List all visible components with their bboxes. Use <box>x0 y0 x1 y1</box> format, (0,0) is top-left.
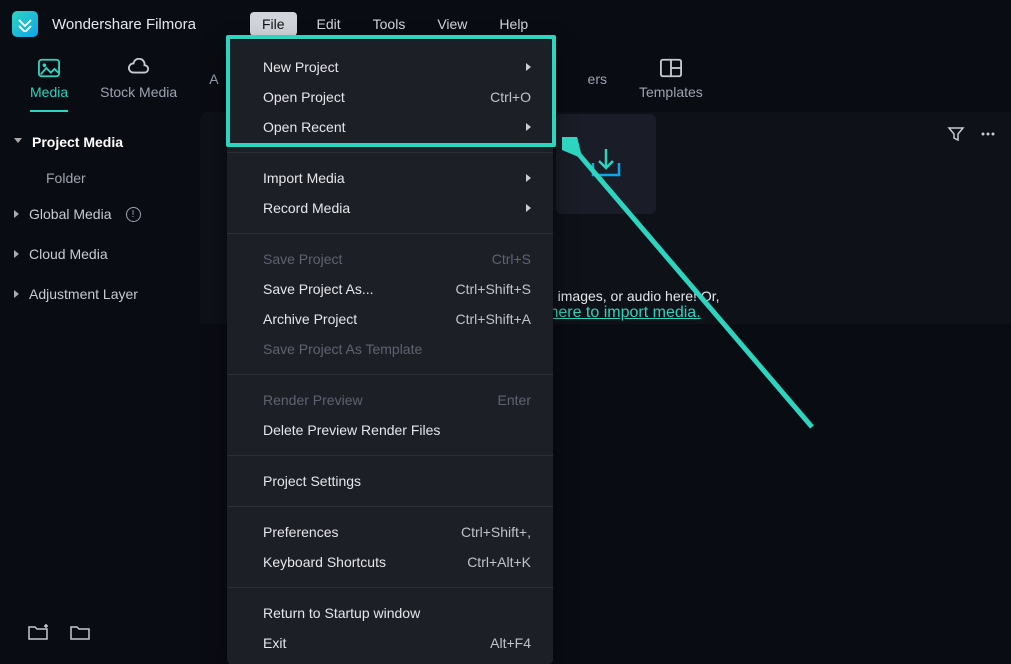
sidebar-folder-label: Folder <box>46 170 86 186</box>
sidebar-project-media[interactable]: Project Media <box>0 122 200 162</box>
shortcut-text: Enter <box>498 392 531 408</box>
menu-view[interactable]: View <box>425 12 479 36</box>
chevron-right-icon <box>14 290 19 298</box>
sidebar: Project Media Folder Global Media ! Clou… <box>0 112 200 324</box>
menu-exit[interactable]: Exit Alt+F4 <box>227 628 553 658</box>
chevron-right-icon <box>14 210 19 218</box>
menu-save-label: Save Project <box>263 251 342 267</box>
menu-shortcuts-label: Keyboard Shortcuts <box>263 554 386 570</box>
new-folder-plus-icon[interactable] <box>28 623 48 646</box>
shortcut-text: Ctrl+Shift+A <box>456 311 531 327</box>
menu-delete-render[interactable]: Delete Preview Render Files <box>227 415 553 445</box>
file-dropdown: New Project Open Project Ctrl+O Open Rec… <box>227 40 553 664</box>
sidebar-global-label: Global Media <box>29 206 112 222</box>
tab-stock-label: Stock Media <box>100 84 177 100</box>
menu-pref-label: Preferences <box>263 524 338 540</box>
tab-partial-label: A <box>209 71 218 87</box>
menu-render-preview: Render Preview Enter <box>227 385 553 415</box>
separator <box>227 233 553 234</box>
menu-record-label: Record Media <box>263 200 350 216</box>
menu-tools[interactable]: Tools <box>361 12 418 36</box>
sidebar-adjust-label: Adjustment Layer <box>29 286 138 302</box>
separator <box>227 152 553 153</box>
shortcut-text: Ctrl+Alt+K <box>467 554 531 570</box>
menubar: File Edit Tools View Help <box>250 12 540 36</box>
separator <box>227 455 553 456</box>
filter-icon[interactable] <box>947 125 965 148</box>
submenu-arrow-icon <box>526 204 531 212</box>
menu-return-startup[interactable]: Return to Startup window <box>227 598 553 628</box>
app-title: Wondershare Filmora <box>52 16 196 33</box>
menu-archive-label: Archive Project <box>263 311 357 327</box>
bottom-toolbar <box>28 623 90 646</box>
menu-help[interactable]: Help <box>487 12 540 36</box>
submenu-arrow-icon <box>526 63 531 71</box>
sidebar-cloud-label: Cloud Media <box>29 246 108 262</box>
sidebar-adjustment-layer[interactable]: Adjustment Layer <box>0 274 200 314</box>
menu-import-media[interactable]: Import Media <box>227 163 553 193</box>
menu-open-project[interactable]: Open Project Ctrl+O <box>227 82 553 112</box>
menu-open-recent-label: Open Recent <box>263 119 346 135</box>
menu-delete-render-label: Delete Preview Render Files <box>263 422 440 438</box>
tab-stock-media[interactable]: Stock Media <box>100 58 177 112</box>
menu-save-project: Save Project Ctrl+S <box>227 244 553 274</box>
menu-keyboard-shortcuts[interactable]: Keyboard Shortcuts Ctrl+Alt+K <box>227 547 553 577</box>
cloud-icon <box>128 58 150 78</box>
sidebar-project-media-label: Project Media <box>32 134 123 150</box>
menu-edit[interactable]: Edit <box>305 12 353 36</box>
separator <box>227 506 553 507</box>
tab-partial-ers[interactable]: ers <box>588 71 607 99</box>
menu-render-label: Render Preview <box>263 392 363 408</box>
menu-preferences[interactable]: Preferences Ctrl+Shift+, <box>227 517 553 547</box>
menu-exit-label: Exit <box>263 635 286 651</box>
app-logo <box>12 11 38 37</box>
menu-return-label: Return to Startup window <box>263 605 420 621</box>
media-icon <box>38 58 60 78</box>
tab-ers-label: ers <box>588 71 607 87</box>
menu-save-as-label: Save Project As... <box>263 281 374 297</box>
tab-partial-a[interactable]: A <box>209 71 218 99</box>
shortcut-text: Ctrl+S <box>492 251 531 267</box>
menu-new-project-label: New Project <box>263 59 338 75</box>
tab-templates-label: Templates <box>639 84 703 100</box>
folder-icon[interactable] <box>70 623 90 646</box>
more-icon[interactable] <box>979 125 997 148</box>
templates-icon <box>660 58 682 78</box>
sidebar-cloud-media[interactable]: Cloud Media <box>0 234 200 274</box>
sidebar-folder[interactable]: Folder <box>0 162 200 194</box>
menu-import-label: Import Media <box>263 170 345 186</box>
menu-save-as-template: Save Project As Template <box>227 334 553 364</box>
menu-record-media[interactable]: Record Media <box>227 193 553 223</box>
menu-file[interactable]: File <box>250 12 297 36</box>
shortcut-text: Alt+F4 <box>490 635 531 651</box>
menu-settings-label: Project Settings <box>263 473 361 489</box>
info-icon: ! <box>126 207 141 222</box>
submenu-arrow-icon <box>526 174 531 182</box>
shortcut-text: Ctrl+Shift+S <box>456 281 531 297</box>
tab-templates[interactable]: Templates <box>639 58 703 112</box>
menu-new-project[interactable]: New Project <box>227 52 553 82</box>
download-icon <box>582 141 628 187</box>
menu-template-label: Save Project As Template <box>263 341 422 357</box>
chevron-down-icon <box>14 138 22 147</box>
tab-media[interactable]: Media <box>30 58 68 112</box>
import-tile[interactable] <box>555 114 655 214</box>
separator <box>227 374 553 375</box>
menu-open-project-label: Open Project <box>263 89 345 105</box>
shortcut-text: Ctrl+O <box>490 89 531 105</box>
submenu-arrow-icon <box>526 123 531 131</box>
chevron-right-icon <box>14 250 19 258</box>
menu-open-recent[interactable]: Open Recent <box>227 112 553 142</box>
menu-save-project-as[interactable]: Save Project As... Ctrl+Shift+S <box>227 274 553 304</box>
menu-archive-project[interactable]: Archive Project Ctrl+Shift+A <box>227 304 553 334</box>
tab-media-label: Media <box>30 84 68 100</box>
sidebar-global-media[interactable]: Global Media ! <box>0 194 200 234</box>
separator <box>227 587 553 588</box>
shortcut-text: Ctrl+Shift+, <box>461 524 531 540</box>
menu-project-settings[interactable]: Project Settings <box>227 466 553 496</box>
